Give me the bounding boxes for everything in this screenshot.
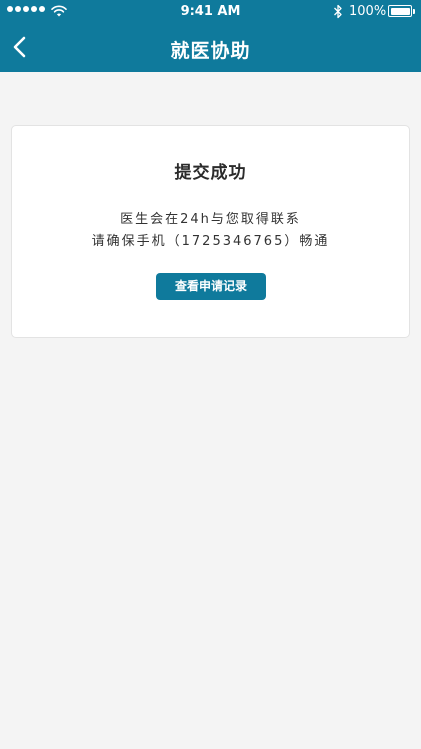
bluetooth-icon [334,4,342,19]
battery-icon [388,5,412,17]
header-bar: 9:41 AM 100% 就医协助 [0,0,421,72]
page-title: 就医协助 [170,40,251,62]
success-title: 提交成功 [174,163,247,183]
battery-percent: 100% [349,4,387,19]
phone-message: 请确保手机（1725346765）畅通 [91,234,330,249]
battery-cap [413,9,415,14]
contact-message: 医生会在24h与您取得联系 [120,212,301,227]
battery-fill [390,7,410,15]
result-card: 提交成功 医生会在24h与您取得联系 请确保手机（1725346765）畅通 查… [11,125,410,338]
status-bar: 9:41 AM 100% [0,0,421,24]
view-records-button[interactable]: 查看申请记录 [156,273,266,300]
